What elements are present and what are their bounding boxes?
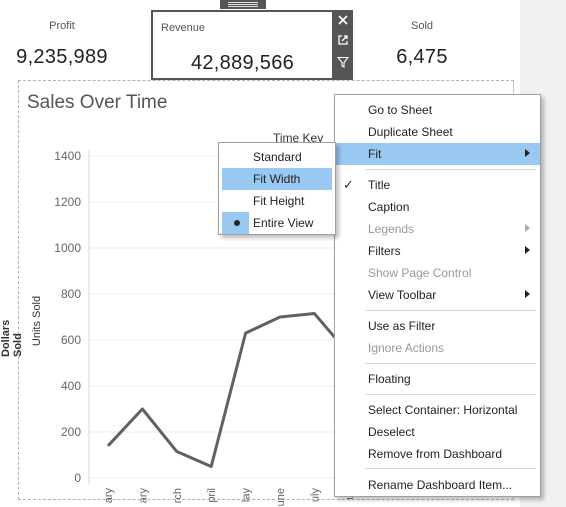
y-tick-label: 1000 [54,241,81,255]
radio-bullet-icon [234,220,240,226]
menu-item-label: Go to Sheet [368,103,433,117]
menu-item-label: Fit [368,147,382,161]
menu-item-label: Deselect [368,425,415,439]
x-tick-label: ary [137,488,149,504]
submenu-arrow-icon [525,290,530,298]
series-line [106,312,350,468]
menu-separator [365,169,536,170]
x-tick-label: une [275,488,287,506]
x-tick-label: rch [172,488,184,503]
menu-item-label: Duplicate Sheet [368,125,453,139]
menu-item-ignore-actions: Ignore Actions [335,337,540,359]
menu-item-label: Show Page Control [368,266,472,280]
menu-item-label: Ignore Actions [368,341,445,355]
menu-separator [365,468,536,469]
menu-item-rename-dashboard-item[interactable]: Rename Dashboard Item... [335,474,540,496]
menu-item-label: Caption [368,200,410,214]
x-tick-label: pril [206,488,218,503]
menu-item-label: Filters [368,244,401,258]
y-tick-label: 800 [61,287,81,301]
submenu-item-fit-height[interactable]: Fit Height [219,190,335,212]
menu-separator [365,394,536,395]
menu-item-deselect[interactable]: Deselect [335,421,540,443]
submenu-item-label: Fit Height [253,194,305,208]
menu-item-label: Rename Dashboard Item... [368,478,513,492]
menu-item-label: Remove from Dashboard [368,447,503,461]
context-menu: Go to Sheet Duplicate Sheet Fit Title ✓ Capti… [334,94,541,497]
menu-item-show-page-control: Show Page Control [335,262,540,284]
submenu-arrow-icon [525,149,530,157]
fit-submenu: Standard Fit Width Fit Height Entire View [218,142,336,235]
menu-separator [365,363,536,364]
menu-separator [365,310,536,311]
submenu-item-standard[interactable]: Standard [219,146,335,168]
checkmark-icon: ✓ [343,177,354,192]
menu-item-label: View Toolbar [368,288,437,302]
submenu-arrow-icon [525,246,530,254]
menu-item-title[interactable]: Title ✓ [335,174,540,196]
submenu-item-label: Standard [253,150,302,164]
menu-item-duplicate-sheet[interactable]: Duplicate Sheet [335,121,540,143]
submenu-item-label: Entire View [253,216,314,230]
x-tick-label: lay [241,488,253,503]
menu-item-use-as-filter[interactable]: Use as Filter [335,315,540,337]
menu-item-label: Legends [368,222,415,236]
menu-item-fit[interactable]: Fit [335,143,540,165]
menu-item-remove-from-dashboard[interactable]: Remove from Dashboard [335,443,540,465]
y-tick-label: 400 [61,379,81,393]
menu-item-label: Select Container: Horizontal [368,403,518,417]
y-tick-label: 1400 [54,149,81,163]
submenu-arrow-icon [525,224,530,232]
submenu-item-entire-view[interactable]: Entire View [219,212,335,234]
y-tick-label: 200 [61,425,81,439]
x-tick-label: uly [309,488,321,503]
menu-item-caption[interactable]: Caption [335,196,540,218]
y-tick-label: 0 [74,471,81,485]
menu-item-floating[interactable]: Floating [335,368,540,390]
y-tick-label: 600 [61,333,81,347]
submenu-item-fit-width[interactable]: Fit Width [222,168,332,190]
x-tick-label: ary [103,488,115,504]
submenu-item-label: Fit Width [253,172,301,186]
menu-item-label: Floating [368,372,411,386]
selected-indicator [222,212,249,234]
menu-item-select-container[interactable]: Select Container: Horizontal [335,399,540,421]
menu-item-label: Title [368,178,391,192]
menu-item-go-to-sheet[interactable]: Go to Sheet [335,99,540,121]
y-tick-label: 1200 [54,195,81,209]
menu-item-label: Use as Filter [368,319,436,333]
menu-item-filters[interactable]: Filters [335,240,540,262]
menu-item-view-toolbar[interactable]: View Toolbar [335,284,540,306]
menu-item-legends: Legends [335,218,540,240]
